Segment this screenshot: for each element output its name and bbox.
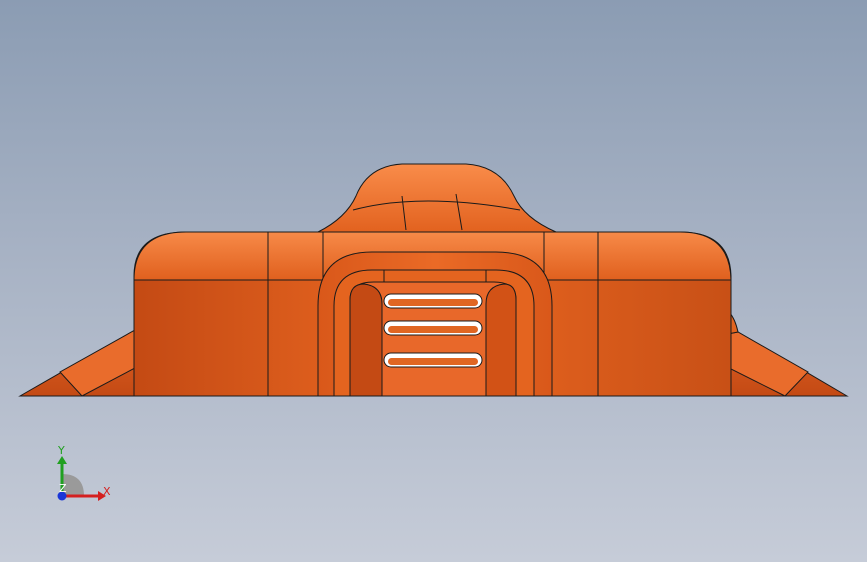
3d-model[interactable] — [0, 0, 867, 562]
y-axis-label: Y — [57, 444, 65, 457]
vent-slots — [383, 293, 483, 368]
reference-triad: X Y Z — [40, 440, 120, 510]
dome — [317, 163, 557, 233]
inner-channel — [349, 283, 383, 397]
y-axis-arrow — [57, 456, 67, 464]
graphics-viewport[interactable]: X Y Z — [0, 0, 867, 562]
z-axis-label: Z — [59, 482, 67, 495]
x-axis-label: X — [103, 485, 111, 498]
inner-channel-right — [485, 283, 517, 397]
